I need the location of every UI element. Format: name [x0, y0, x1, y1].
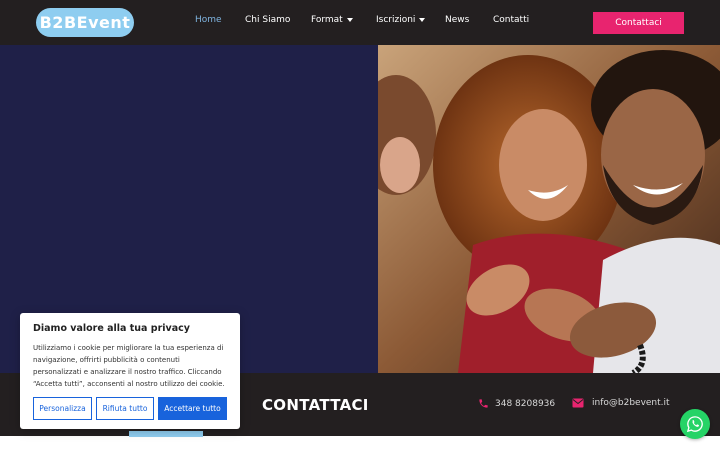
- reject-all-cookies-button[interactable]: Rifiuta tutto: [96, 397, 154, 420]
- cookie-banner-actions: Personalizza Rifiuta tutto Accettare tut…: [33, 397, 227, 420]
- nav-format[interactable]: Format: [311, 15, 353, 25]
- accept-all-cookies-button[interactable]: Accettare tutto: [158, 397, 227, 420]
- whatsapp-button[interactable]: [680, 409, 710, 439]
- nav-format-label: Format: [311, 15, 343, 25]
- contact-phone-link[interactable]: 348 8208936: [478, 398, 555, 409]
- logo-text: B2BEvent: [39, 13, 131, 32]
- contact-email-text: info@b2bevent.it: [592, 398, 670, 408]
- contact-title: CONTATTACI: [262, 396, 369, 414]
- cookie-banner-title: Diamo valore alla tua privacy: [33, 323, 190, 334]
- envelope-icon: [572, 398, 584, 408]
- contact-email-link[interactable]: info@b2bevent.it: [572, 398, 670, 408]
- cookie-consent-banner: Diamo valore alla tua privacy Utilizziam…: [20, 313, 240, 429]
- chevron-down-icon: [346, 18, 353, 22]
- hero-photo-crowd: [378, 45, 720, 373]
- contact-phone-text: 348 8208936: [495, 398, 556, 409]
- customize-cookies-button[interactable]: Personalizza: [33, 397, 92, 420]
- nav-home[interactable]: Home: [195, 15, 222, 25]
- phone-icon: [479, 399, 488, 408]
- cookie-banner-text: Utilizziamo i cookie per migliorare la t…: [33, 344, 225, 388]
- site-header: B2BEvent Home Chi Siamo Format Iscrizion…: [0, 0, 720, 45]
- nav-iscrizioni-label: Iscrizioni: [376, 15, 416, 25]
- chevron-down-icon: [419, 18, 426, 22]
- site-logo[interactable]: B2BEvent: [36, 8, 134, 37]
- whatsapp-icon: [686, 416, 703, 433]
- nav-iscrizioni[interactable]: Iscrizioni: [376, 15, 426, 25]
- nav-contatti-label: Contatti: [493, 15, 530, 25]
- nav-chi-siamo-label: Chi Siamo: [245, 15, 291, 25]
- nav-home-label: Home: [195, 15, 222, 25]
- nav-contatti[interactable]: Contatti: [493, 15, 529, 25]
- footer-accent-tab: [129, 431, 203, 437]
- nav-news[interactable]: News: [445, 15, 469, 25]
- nav-chi-siamo[interactable]: Chi Siamo: [245, 15, 290, 25]
- contattaci-button[interactable]: Contattaci: [593, 12, 684, 34]
- nav-news-label: News: [445, 15, 470, 25]
- hero-photo: [378, 45, 720, 373]
